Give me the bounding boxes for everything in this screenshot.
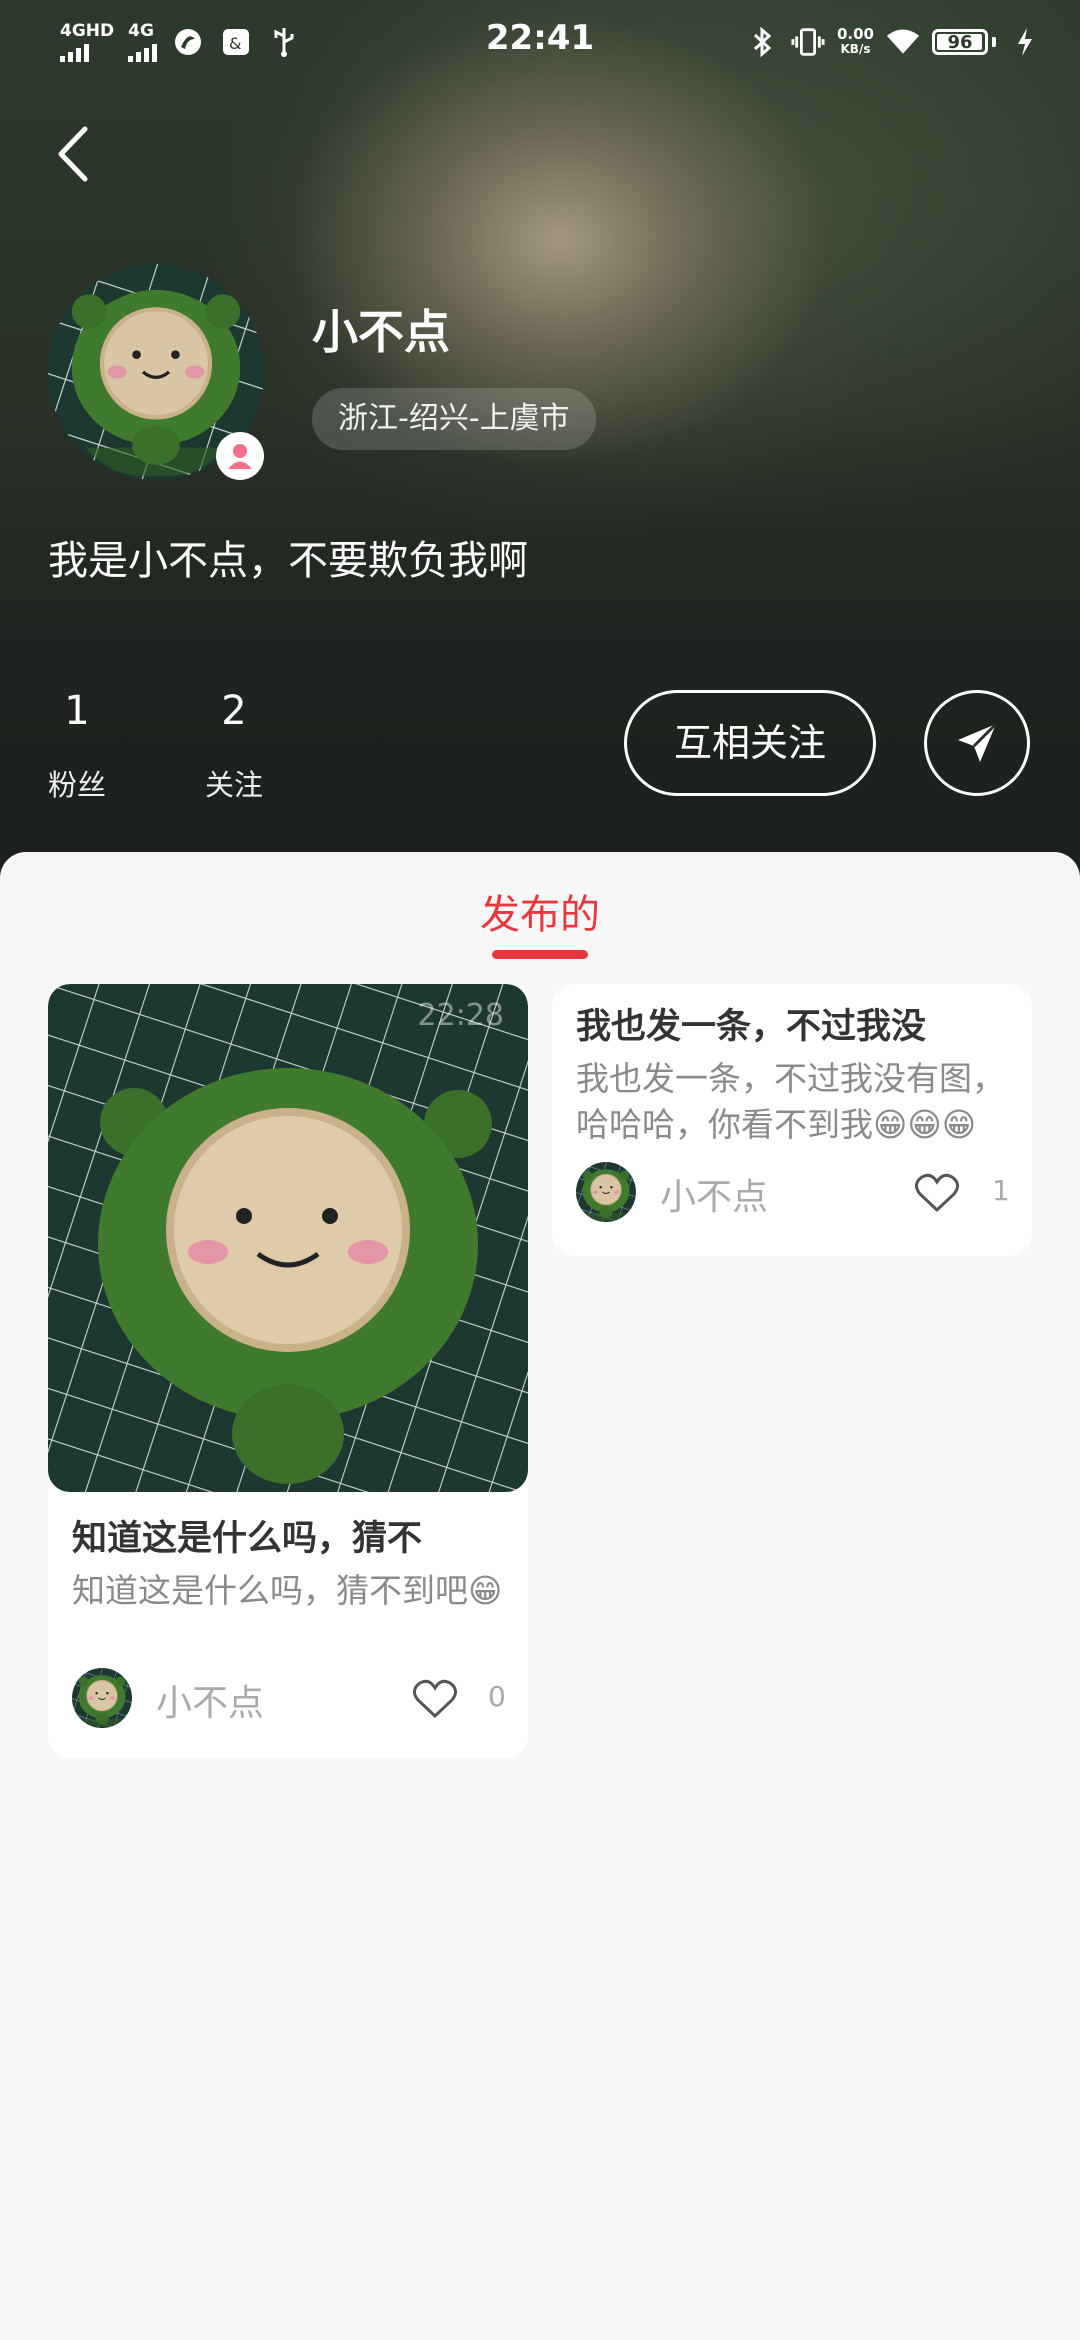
- profile-header: 4GHD 4G & 22:41 0.00 KB/s 96 小不点 浙江-绍兴-上…: [0, 0, 1080, 900]
- net-speed-value: 0.00: [836, 25, 874, 43]
- author-avatar[interactable]: [72, 1668, 132, 1728]
- net-speed: 0.00 KB/s: [837, 27, 874, 57]
- tab-published[interactable]: 发布的: [0, 882, 1080, 940]
- following-stat[interactable]: 2 关注: [189, 686, 279, 804]
- followers-label: 粉丝: [47, 768, 106, 802]
- followers-stat[interactable]: 1 粉丝: [32, 686, 122, 804]
- back-button[interactable]: [42, 124, 102, 184]
- battery-cap: [992, 37, 996, 47]
- post-card-1[interactable]: 22:28 知道这是什么吗，猜不 知道这是什么吗，猜不到吧😁 小不点 0: [48, 984, 528, 1758]
- heart-icon[interactable]: [914, 1172, 960, 1214]
- battery-level: 96: [947, 31, 973, 53]
- tab-indicator: [492, 950, 588, 959]
- like-count: 1: [992, 1174, 1010, 1207]
- mutual-follow-button[interactable]: 互相关注: [624, 690, 876, 796]
- profile-name: 小不点: [312, 305, 450, 359]
- bluetooth-icon: [745, 25, 779, 59]
- heart-icon[interactable]: [412, 1678, 458, 1720]
- author-avatar[interactable]: [576, 1162, 636, 1222]
- following-count: 2: [221, 688, 247, 734]
- author-name[interactable]: 小不点: [156, 1674, 264, 1726]
- profile-bio: 我是小不点，不要欺负我啊: [48, 538, 528, 584]
- send-message-button[interactable]: [924, 690, 1030, 796]
- wifi-icon: [886, 25, 920, 59]
- battery-indicator: 96: [932, 29, 988, 55]
- image-timestamp: 22:28: [417, 998, 504, 1033]
- post-desc: 我也发一条，不过我没有图，哈哈哈，你看不到我😁😁😁: [576, 1059, 1005, 1144]
- post-image[interactable]: 22:28: [48, 984, 528, 1492]
- post-title: 知道这是什么吗，猜不: [72, 1519, 423, 1559]
- following-label: 关注: [204, 768, 263, 802]
- location-tag: 浙江-绍兴-上虞市: [312, 388, 596, 450]
- post-title: 我也发一条，不过我没: [576, 1007, 927, 1047]
- followers-count: 1: [64, 688, 90, 734]
- vibrate-icon: [791, 25, 825, 59]
- post-desc: 知道这是什么吗，猜不到吧😁: [72, 1571, 503, 1610]
- back-icon: [58, 126, 88, 182]
- like-count: 0: [488, 1680, 506, 1713]
- net-speed-unit: KB/s: [840, 42, 871, 56]
- female-icon: [216, 432, 264, 480]
- author-name[interactable]: 小不点: [660, 1168, 768, 1220]
- charging-icon: [1008, 25, 1042, 59]
- send-icon: [958, 722, 998, 762]
- post-card-2[interactable]: 我也发一条，不过我没 我也发一条，不过我没有图，哈哈哈，你看不到我😁😁😁 小不点…: [552, 984, 1032, 1256]
- status-bar: 4GHD 4G & 22:41 0.00 KB/s 96: [0, 0, 1080, 84]
- status-right: 0.00 KB/s 96: [745, 22, 1042, 62]
- posts-section: 发布的 22:28 知道这是什么吗，猜不 知道这是什么吗，猜不到吧😁 小不点 0…: [0, 852, 1080, 2340]
